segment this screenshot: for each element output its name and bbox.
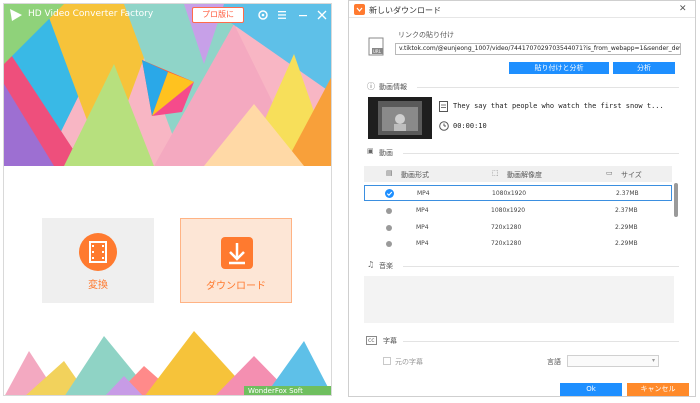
- download-card[interactable]: ダウンロード: [180, 218, 292, 303]
- dialog-title-bar: 新しいダウンロード ✕: [349, 1, 695, 18]
- film-convert-icon: [79, 233, 117, 271]
- resolution-column-header: 動画解像度: [507, 171, 542, 179]
- row-size: 2.37MB: [615, 207, 638, 214]
- analyze-label: 分析: [637, 64, 651, 72]
- row-resolution: 720x1280: [491, 224, 522, 231]
- download-icon: [221, 237, 253, 269]
- menu-icon[interactable]: [275, 8, 289, 22]
- table-header: ▤ 動画形式 ⬚ 動画解像度 ▭ サイズ: [364, 166, 672, 182]
- subtitle-section-label: 字幕: [383, 337, 397, 345]
- music-icon: ♫: [367, 260, 375, 269]
- chevron-down-icon: ▾: [651, 357, 655, 364]
- close-icon[interactable]: [315, 8, 329, 22]
- ok-label: Ok: [586, 385, 596, 393]
- table-row[interactable]: MP4 720x1280 2.29MB: [364, 220, 672, 236]
- app-title: HD Video Converter Factory: [28, 9, 154, 19]
- video-thumbnail: [368, 97, 432, 139]
- settings-icon[interactable]: [256, 8, 270, 22]
- unselected-dot-icon: [386, 208, 392, 214]
- section-divider: [417, 87, 679, 88]
- svg-text:URL: URL: [373, 49, 382, 54]
- title-doc-icon: [439, 101, 448, 112]
- row-format: MP4: [416, 224, 429, 231]
- row-size: 2.29MB: [615, 224, 638, 231]
- app-logo-large-icon: [142, 60, 194, 116]
- cancel-button[interactable]: キャンセル: [627, 383, 689, 396]
- url-input[interactable]: v.tiktok.com/@eunjeong_1007/video/744170…: [395, 43, 681, 55]
- app-logo-icon: [10, 9, 22, 21]
- brand-label: WonderFox Soft: [244, 386, 331, 395]
- table-row[interactable]: MP4 1080x1920 2.37MB: [364, 185, 672, 201]
- video-title: They say that people who watch the first…: [453, 102, 664, 110]
- analyze-button[interactable]: 分析: [613, 62, 675, 74]
- resolution-col-icon: ⬚: [492, 169, 499, 177]
- unselected-dot-icon: [386, 241, 392, 247]
- language-select[interactable]: ▾: [567, 355, 659, 367]
- row-resolution: 1080x1920: [491, 207, 526, 214]
- url-icon: URL: [368, 37, 384, 56]
- cancel-label: キャンセル: [640, 385, 676, 393]
- minimize-icon[interactable]: [296, 8, 310, 22]
- row-format: MP4: [416, 240, 429, 247]
- language-label: 言語: [547, 358, 561, 366]
- size-column-header: サイズ: [621, 171, 642, 179]
- video-info-label: 動画情報: [379, 83, 407, 91]
- clock-icon: [439, 121, 449, 131]
- dialog-title: 新しいダウンロード: [369, 6, 441, 15]
- audio-section-label: 音楽: [379, 262, 393, 270]
- unselected-dot-icon: [386, 225, 392, 231]
- section-divider: [403, 341, 679, 342]
- title-bar: HD Video Converter Factory プロ版に: [4, 4, 331, 26]
- row-format: MP4: [417, 190, 430, 197]
- format-col-icon: ▤: [386, 169, 393, 177]
- paste-link-label: リンクの貼り付け: [398, 31, 454, 39]
- dialog-close-icon[interactable]: ✕: [679, 4, 687, 14]
- new-download-dialog: 新しいダウンロード ✕ リンクの貼り付け URL v.tiktok.com/@e…: [348, 0, 696, 397]
- section-divider: [403, 266, 679, 267]
- table-scrollbar[interactable]: [674, 183, 678, 217]
- upgrade-pro-button[interactable]: プロ版に: [192, 7, 244, 23]
- video-section-label: 動画: [379, 149, 393, 157]
- paste-analyze-label: 貼り付けと分析: [534, 64, 584, 72]
- ok-button[interactable]: Ok: [560, 383, 622, 396]
- download-label: ダウンロード: [206, 281, 266, 292]
- main-app-window: HD Video Converter Factory プロ版に 変換 ダウンロー…: [3, 3, 332, 396]
- thumbnail-image: [368, 97, 432, 139]
- original-subtitle-checkbox[interactable]: [383, 357, 391, 365]
- row-size: 2.37MB: [616, 190, 639, 197]
- row-size: 2.29MB: [615, 240, 638, 247]
- cc-icon: cc: [366, 336, 377, 345]
- original-subtitle-label: 元の字幕: [395, 358, 423, 366]
- paste-analyze-button[interactable]: 貼り付けと分析: [509, 62, 609, 74]
- size-col-icon: ▭: [606, 169, 613, 177]
- convert-label: 変換: [88, 280, 108, 291]
- info-icon: ⓘ: [367, 82, 375, 91]
- table-row[interactable]: MP4 1080x1920 2.37MB: [364, 203, 672, 219]
- video-duration: 00:00:10: [453, 122, 487, 130]
- selected-check-icon: [385, 189, 394, 198]
- dialog-download-icon: [354, 4, 365, 15]
- table-row[interactable]: MP4 720x1280 2.29MB: [364, 236, 672, 252]
- section-divider: [403, 153, 679, 154]
- video-section-icon: ▣: [367, 147, 374, 155]
- row-format: MP4: [416, 207, 429, 214]
- audio-list-area: [364, 276, 674, 323]
- hero-banner: [4, 4, 331, 166]
- row-resolution: 1080x1920: [492, 190, 527, 197]
- format-column-header: 動画形式: [401, 171, 429, 179]
- row-resolution: 720x1280: [491, 240, 522, 247]
- convert-card[interactable]: 変換: [42, 218, 154, 303]
